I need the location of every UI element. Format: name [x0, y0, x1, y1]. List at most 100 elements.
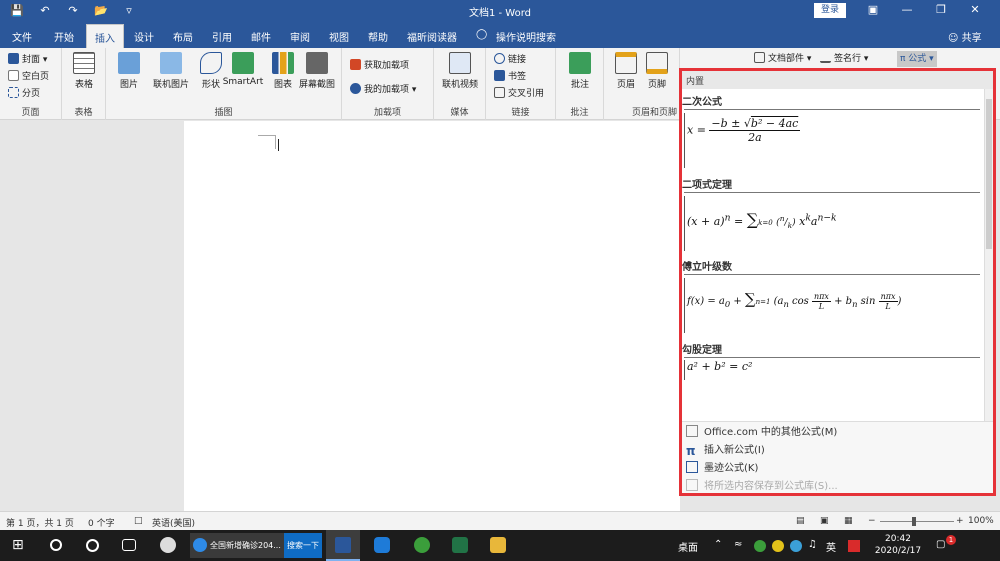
tab-file[interactable]: 文件: [12, 29, 32, 44]
language-indicator[interactable]: 英语(美国): [152, 516, 195, 529]
online-video-button[interactable]: 联机视频: [437, 52, 483, 90]
maximize-icon[interactable]: ❐: [934, 3, 948, 16]
bookmark-button[interactable]: 书签: [494, 69, 526, 85]
k-app-icon[interactable]: [374, 537, 390, 553]
insert-new-equation-menu-item[interactable]: π 插入新公式(I): [686, 443, 765, 459]
tab-view[interactable]: 视图: [329, 29, 349, 44]
tab-design[interactable]: 设计: [134, 29, 154, 44]
sogou-icon[interactable]: [848, 540, 860, 552]
desktop-label[interactable]: 桌面: [678, 539, 698, 554]
tray-app-icon[interactable]: [772, 540, 784, 552]
link-button[interactable]: 链接: [494, 52, 526, 68]
word-count[interactable]: 0 个字: [88, 516, 115, 529]
tab-mailings[interactable]: 邮件: [251, 29, 271, 44]
ribbon-display-icon[interactable]: ▣: [866, 3, 880, 16]
section-divider: [684, 274, 980, 275]
tab-home[interactable]: 开始: [54, 29, 74, 44]
proofing-icon[interactable]: □: [134, 516, 143, 526]
pi-icon: π: [686, 444, 696, 458]
tab-foxit-reader[interactable]: 福昕阅读器: [407, 29, 457, 44]
web-layout-icon[interactable]: ▦: [844, 516, 853, 526]
task-view-icon[interactable]: [122, 539, 136, 551]
equation-fourier[interactable]: f(x) = a0 + ∑n=1 (an cos nπx L + bn sin n…: [684, 278, 980, 333]
table-button[interactable]: 表格: [63, 52, 105, 90]
wifi-icon[interactable]: ≈: [734, 539, 742, 550]
picture-button[interactable]: 图片: [108, 52, 150, 90]
blank-page-button[interactable]: 空白页: [8, 69, 49, 85]
print-layout-icon[interactable]: ▣: [820, 516, 829, 526]
file-explorer-icon[interactable]: [490, 537, 506, 553]
excel-icon[interactable]: [452, 537, 468, 553]
comment-button[interactable]: 批注: [559, 52, 601, 90]
scrollbar-thumb[interactable]: [986, 99, 992, 249]
equation-binomial[interactable]: (x + a)n = ∑k=0 (n/k) xkan−k: [684, 196, 980, 251]
tab-review[interactable]: 审阅: [290, 29, 310, 44]
document-page[interactable]: [184, 121, 680, 511]
online-picture-label: 联机图片: [152, 80, 189, 90]
minimize-icon[interactable]: —: [900, 3, 914, 16]
taskbar-browser-window[interactable]: 全国新增确诊204...: [190, 533, 284, 558]
zoom-slider-thumb[interactable]: [912, 517, 916, 526]
windows-start-icon[interactable]: ⊞: [12, 537, 28, 553]
tab-references[interactable]: 引用: [212, 29, 232, 44]
volume-icon[interactable]: ♫: [808, 539, 817, 550]
search-icon[interactable]: [50, 539, 62, 551]
system-clock[interactable]: 20:42 2020/2/17: [868, 533, 928, 557]
section-divider: [684, 109, 980, 110]
notification-icon[interactable]: ▢: [936, 539, 945, 550]
cross-reference-button[interactable]: 交叉引用: [494, 86, 544, 102]
equation-button[interactable]: π 公式 ▾: [897, 51, 937, 67]
tell-me-search[interactable]: 操作说明搜索: [496, 29, 556, 44]
document-parts-button[interactable]: 文档部件 ▾: [754, 51, 811, 67]
taskbar-search-button[interactable]: 搜索一下: [284, 533, 322, 558]
zoom-in-icon[interactable]: +: [956, 516, 964, 526]
signature-line-button[interactable]: 签名行 ▾: [820, 51, 868, 67]
gallery-scrollbar[interactable]: [984, 89, 993, 421]
zoom-out-icon[interactable]: −: [868, 516, 876, 526]
my-addins-button[interactable]: 我的加载项 ▾: [350, 82, 416, 98]
zoom-slider[interactable]: [880, 521, 954, 522]
cover-page-button[interactable]: 封面 ▾: [8, 52, 47, 68]
smartart-button[interactable]: SmartArt: [220, 52, 266, 87]
page-break-icon: [8, 87, 19, 98]
login-button[interactable]: 登录: [814, 3, 846, 18]
comment-icon: [569, 52, 591, 74]
page-break-button[interactable]: 分页: [8, 86, 40, 102]
tab-insert[interactable]: 插入: [86, 24, 124, 48]
tray-expand-icon[interactable]: ⌃: [714, 539, 722, 550]
group-illustrations: 图片 联机图片 形状 SmartArt 图表 屏幕截图 插图: [106, 48, 342, 120]
table-label: 表格: [74, 80, 93, 90]
ink-equation-menu-item[interactable]: 墨迹公式(K): [686, 461, 758, 477]
bookmark-icon: [494, 70, 505, 81]
cortana-icon[interactable]: [86, 539, 99, 552]
footer-button[interactable]: 页脚: [636, 52, 678, 90]
group-label-tables: 表格: [74, 108, 93, 118]
notification-badge: 1: [946, 535, 956, 545]
my-addins-icon: [350, 83, 361, 94]
tray-app-icon[interactable]: [790, 540, 802, 552]
read-mode-icon[interactable]: ▤: [796, 516, 805, 526]
tab-layout[interactable]: 布局: [173, 29, 193, 44]
equation-pythagorean[interactable]: a² + b² = c²: [684, 360, 980, 380]
tray-app-icon[interactable]: [754, 540, 766, 552]
taskbar-word-app[interactable]: [326, 530, 360, 561]
clock-time: 20:42: [885, 534, 911, 544]
green-app-icon[interactable]: [414, 537, 430, 553]
group-media: 联机视频 媒体: [434, 48, 486, 120]
screenshot-button[interactable]: 屏幕截图: [294, 52, 340, 90]
ime-indicator[interactable]: 英: [826, 539, 836, 554]
page-count[interactable]: 第 1 页，共 1 页: [6, 516, 74, 529]
lightbulb-icon: ◯: [476, 29, 488, 40]
online-picture-button[interactable]: 联机图片: [146, 52, 196, 90]
pinwheel-app-icon[interactable]: [160, 537, 176, 553]
share-button[interactable]: ☺ 共享: [948, 29, 982, 44]
status-bar: 第 1 页，共 1 页 0 个字 □ 英语(美国) ▤ ▣ ▦ − + 100%: [0, 511, 1000, 530]
tab-help[interactable]: 帮助: [368, 29, 388, 44]
window-controls: ▣ — ❐ ✕: [866, 3, 982, 16]
get-addins-button[interactable]: 获取加载项: [350, 58, 409, 74]
header-icon: [615, 52, 637, 74]
equation-quadratic[interactable]: x = −b ± √b² − 4ac 2a: [684, 113, 980, 168]
zoom-level[interactable]: 100%: [968, 516, 994, 526]
more-equations-menu-item[interactable]: Office.com 中的其他公式(M): [686, 425, 837, 441]
close-icon[interactable]: ✕: [968, 3, 982, 16]
